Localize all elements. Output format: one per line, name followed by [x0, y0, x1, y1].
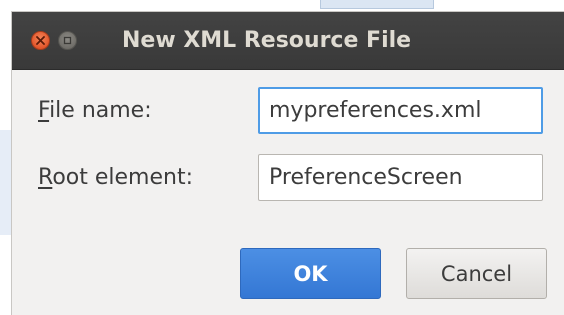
background-app-edge [320, 0, 434, 9]
cancel-button[interactable]: Cancel [406, 248, 547, 299]
root-element-label-mnemonic: R [38, 165, 53, 190]
file-name-label: File name: [38, 96, 152, 126]
root-element-input[interactable]: PreferenceScreen [258, 154, 543, 201]
dialog-title: New XML Resource File [122, 28, 412, 53]
file-name-input[interactable]: mypreferences.xml [258, 87, 543, 134]
minimize-icon [63, 36, 72, 45]
dialog-titlebar[interactable]: New XML Resource File [12, 12, 564, 70]
new-xml-resource-dialog: New XML Resource File File name: myprefe… [12, 12, 564, 315]
screen: New XML Resource File File name: myprefe… [0, 0, 564, 315]
file-name-label-text: ile name: [49, 98, 152, 123]
root-element-label: Root element: [38, 163, 193, 193]
file-name-label-mnemonic: F [38, 98, 50, 123]
ok-button[interactable]: OK [240, 248, 381, 299]
minimize-window-button[interactable] [58, 31, 77, 50]
close-window-button[interactable] [31, 31, 50, 50]
root-element-label-text: oot element: [52, 165, 193, 190]
close-icon [36, 36, 45, 45]
